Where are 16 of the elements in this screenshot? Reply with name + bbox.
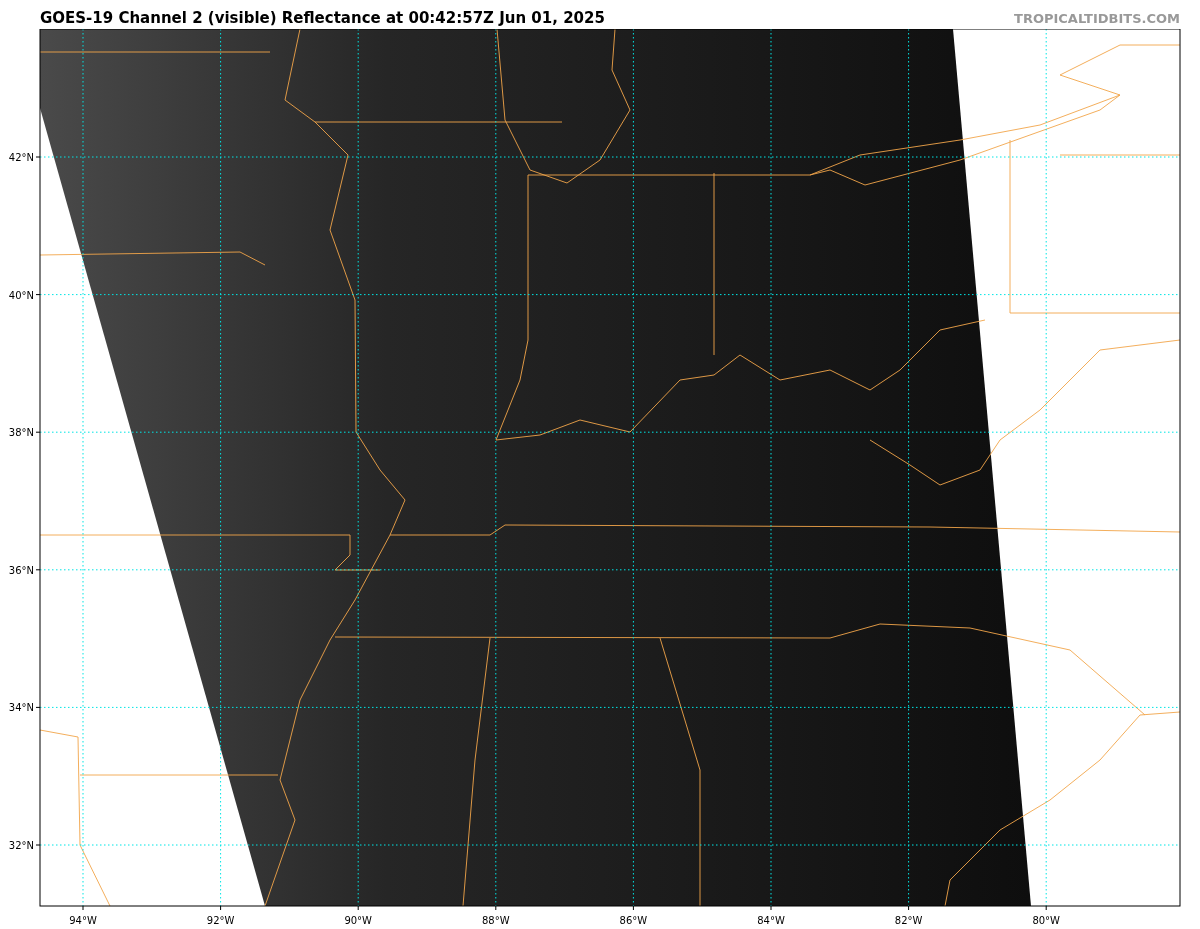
longitude-label: 86°W xyxy=(619,915,648,926)
latitude-label: 32°N xyxy=(8,840,34,851)
longitude-label: 90°W xyxy=(344,915,372,926)
latitude-label: 34°N xyxy=(8,702,34,714)
source-credit: TROPICALTIDBITS.COM xyxy=(1014,11,1180,28)
longitude-label: 92°W xyxy=(206,915,235,926)
longitude-label: 94°W xyxy=(69,915,97,926)
latitude-label: 38°N xyxy=(8,427,34,439)
latitude-label: 40°N xyxy=(8,289,34,301)
latitude-label: 36°N xyxy=(8,564,34,576)
longitude-label: 80°W xyxy=(1032,915,1060,926)
longitude-label: 84°W xyxy=(757,915,785,926)
latitude-label: 42°N xyxy=(8,152,34,163)
map-title: GOES-19 Channel 2 (visible) Reflectance at 00:42:57Z Jun 01, 2025 xyxy=(40,9,605,29)
longitude-label: 82°W xyxy=(894,915,923,926)
longitude-label: 88°W xyxy=(482,915,510,926)
